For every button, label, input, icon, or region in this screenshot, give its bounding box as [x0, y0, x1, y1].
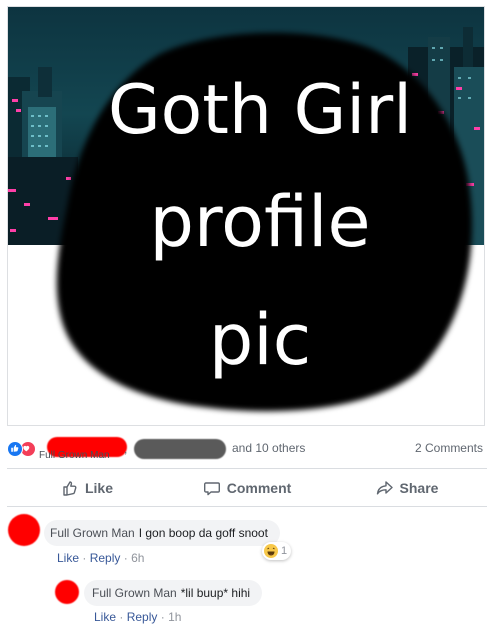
share-button-label: Share: [399, 480, 439, 496]
post-image[interactable]: Goth Girl profile pic: [7, 6, 485, 426]
comment-reply-link[interactable]: Reply: [90, 551, 121, 565]
like-outline-icon: [63, 481, 77, 496]
reply-like-link[interactable]: Like: [94, 610, 116, 624]
reply-text: *lil buup* hihi: [180, 586, 251, 600]
meta-separator: ·: [123, 551, 128, 565]
action-bar: Like Comment Share: [7, 472, 487, 504]
reactor-name[interactable]: Full Grown Man: [39, 450, 110, 461]
avatar[interactable]: [55, 580, 79, 604]
reaction-count: 1: [281, 545, 288, 557]
overlay-text-line-2: profile: [149, 181, 371, 263]
divider: [7, 468, 487, 469]
overlay-text-line-1: Goth Girl: [107, 71, 413, 150]
meta-separator: ·: [82, 551, 87, 565]
others-count[interactable]: and 10 others: [232, 441, 305, 455]
like-thumb-icon: [7, 441, 23, 457]
share-button[interactable]: Share: [327, 472, 487, 504]
comment-button[interactable]: Comment: [167, 472, 327, 504]
comment-bubble: Full Grown Man I gon boop da goff snoot: [44, 520, 280, 546]
avatar[interactable]: [8, 514, 40, 546]
comment-reaction-badge[interactable]: 1: [262, 542, 292, 560]
haha-icon: [264, 544, 278, 558]
comment-bubble-icon: [203, 482, 220, 496]
redacted-name-gray: [134, 439, 226, 459]
share-arrow-icon: [376, 481, 393, 495]
comments-count[interactable]: 2 Comments: [415, 441, 483, 455]
reply-meta: Like · Reply · 1h: [94, 610, 181, 624]
divider: [7, 506, 487, 507]
reply-reply-link[interactable]: Reply: [127, 610, 158, 624]
comment-text: I gon boop da goff snoot: [138, 526, 268, 540]
comment-button-label: Comment: [226, 480, 292, 496]
comma-separator: ,: [124, 442, 128, 456]
comment-like-link[interactable]: Like: [57, 551, 79, 565]
reply-bubble: Full Grown Man *lil buup* hihi: [84, 580, 263, 606]
like-button[interactable]: Like: [7, 472, 167, 504]
meta-separator: ·: [119, 610, 124, 624]
meta-separator: ·: [160, 610, 165, 624]
reactions-summary[interactable]: Full Grown Man , and 10 others 2 Comment…: [7, 434, 483, 464]
overlay-text-line-3: pic: [208, 299, 312, 381]
comment-meta: Like · Reply · 6h: [57, 551, 144, 565]
reply-author[interactable]: Full Grown Man: [92, 586, 177, 600]
reply-timestamp[interactable]: 1h: [168, 610, 181, 624]
comment-author[interactable]: Full Grown Man: [50, 526, 135, 540]
like-button-label: Like: [84, 480, 113, 496]
comment-timestamp[interactable]: 6h: [131, 551, 144, 565]
